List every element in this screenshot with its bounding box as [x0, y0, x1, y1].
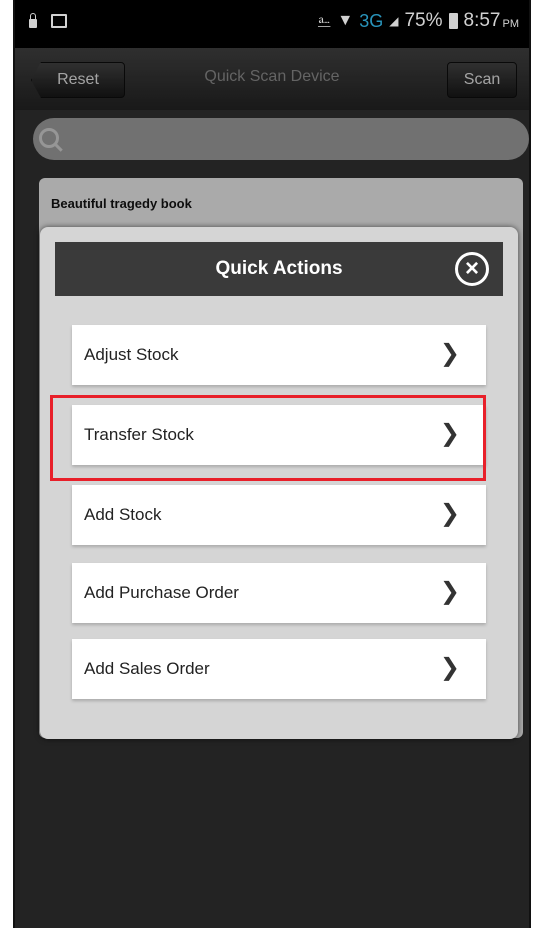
close-icon[interactable]: ×	[455, 252, 489, 286]
dialog-title: Quick Actions	[215, 258, 343, 279]
action-item-adjust-stock[interactable]: Adjust Stock ❯	[72, 325, 486, 385]
dialog-header: Quick Actions ×	[55, 242, 503, 296]
action-item-label: Add Stock	[84, 505, 162, 524]
action-item-add-purchase-order[interactable]: Add Purchase Order ❯	[72, 563, 486, 623]
action-item-add-sales-order[interactable]: Add Sales Order ❯	[72, 639, 486, 699]
chevron-right-icon: ❯	[439, 578, 460, 605]
action-item-label: Adjust Stock	[84, 345, 179, 364]
chevron-right-icon: ❯	[439, 500, 460, 527]
action-item-label: Add Purchase Order	[84, 583, 239, 602]
chevron-right-icon: ❯	[439, 654, 460, 681]
highlight-box	[50, 395, 486, 481]
action-item-add-stock[interactable]: Add Stock ❯	[72, 485, 486, 545]
quick-actions-dialog: Quick Actions × Adjust Stock ❯ Transfer …	[40, 227, 518, 739]
chevron-right-icon: ❯	[439, 340, 460, 367]
action-item-label: Add Sales Order	[84, 659, 210, 678]
